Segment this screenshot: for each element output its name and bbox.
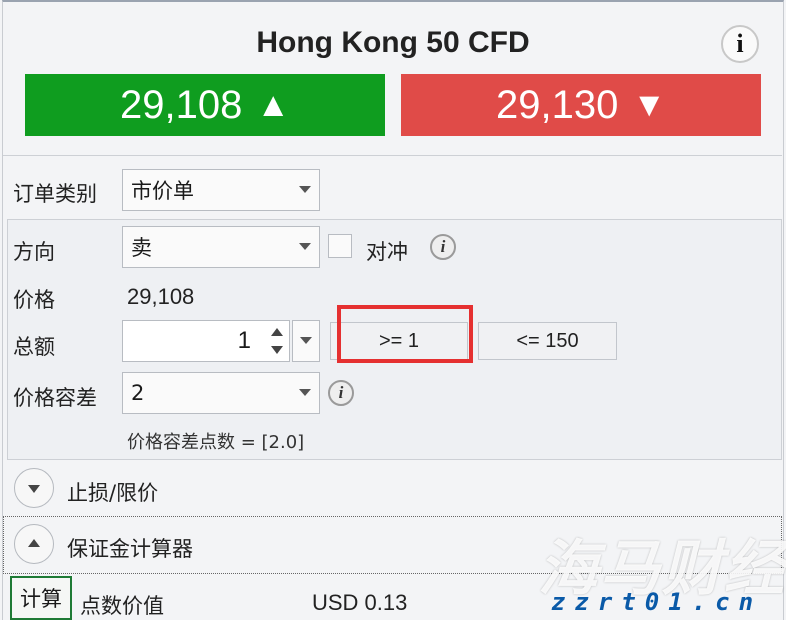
chevron-down-icon	[299, 186, 311, 193]
buy-price-value: 29,130	[496, 82, 619, 127]
chevron-down-icon	[299, 389, 311, 396]
divider	[3, 155, 782, 156]
chevron-down-icon	[299, 243, 311, 250]
price-value: 29,108	[127, 284, 195, 309]
watermark-url: zzrt01.cn	[551, 588, 763, 616]
tolerance-value: 2	[131, 381, 145, 405]
order-type-select[interactable]: 市价单	[122, 169, 320, 211]
order-type-value: 市价单	[131, 179, 194, 203]
amount-max-limit: <= 150	[478, 322, 617, 360]
sell-price-button[interactable]: 29,108 ▲	[25, 74, 385, 136]
chevron-down-icon	[300, 337, 312, 344]
stepper-up-icon[interactable]	[271, 328, 283, 336]
chevron-up-icon	[28, 539, 40, 547]
direction-value: 卖	[131, 236, 152, 260]
point-value-label: 点数价值	[80, 594, 164, 618]
instrument-title: Hong Kong 50 CFD	[256, 26, 530, 59]
collapse-margin-calculator-button[interactable]	[14, 524, 54, 564]
margin-calculator-label[interactable]: 保证金计算器	[67, 533, 193, 563]
amount-label: 总额	[13, 335, 55, 359]
sell-price-value: 29,108	[120, 82, 243, 127]
amount-stepper[interactable]	[266, 322, 288, 360]
calculate-button[interactable]: 计算	[10, 576, 72, 620]
amount-input[interactable]: 1	[122, 320, 290, 362]
chevron-down-icon	[28, 485, 40, 493]
info-icon[interactable]: i	[721, 25, 759, 63]
tolerance-note: 价格容差点数 = [2.0]	[127, 432, 305, 453]
hedge-info-icon[interactable]: i	[430, 234, 456, 260]
direction-label: 方向	[13, 240, 55, 264]
down-arrow-icon: ▼	[632, 85, 666, 124]
buy-price-button[interactable]: 29,130 ▼	[401, 74, 761, 136]
tolerance-label: 价格容差	[13, 386, 97, 410]
stop-limit-section-label[interactable]: 止损/限价	[67, 477, 158, 507]
highlight-box	[337, 305, 473, 363]
direction-select[interactable]: 卖	[122, 226, 320, 268]
expand-stop-limit-button[interactable]	[14, 468, 54, 508]
hedge-label: 对冲	[366, 240, 408, 264]
order-type-label: 订单类别	[13, 182, 97, 206]
hedge-checkbox[interactable]	[328, 234, 352, 258]
price-label: 价格	[13, 288, 55, 312]
point-value: USD 0.13	[312, 590, 408, 615]
tolerance-select[interactable]: 2	[122, 372, 320, 414]
amount-dropdown-button[interactable]	[292, 320, 320, 362]
up-arrow-icon: ▲	[256, 85, 290, 124]
stepper-down-icon[interactable]	[271, 346, 283, 354]
tolerance-info-icon[interactable]: i	[328, 380, 354, 406]
